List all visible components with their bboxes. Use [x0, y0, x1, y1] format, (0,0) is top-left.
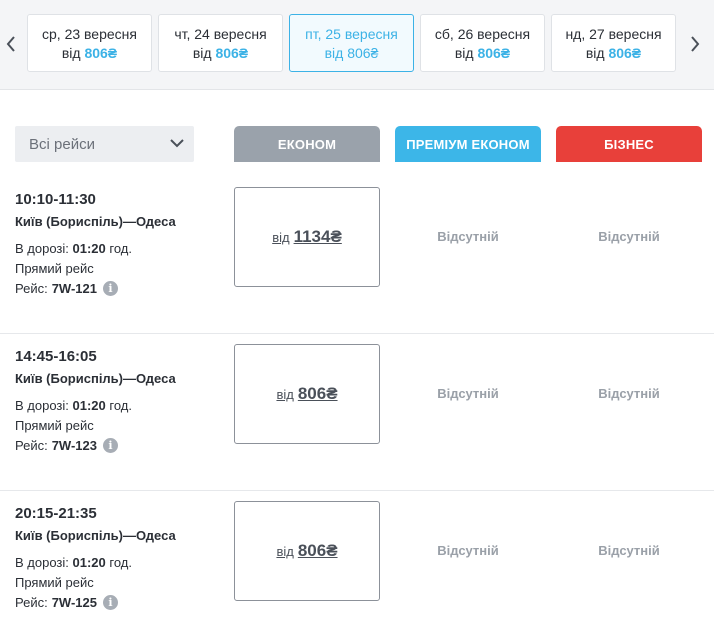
date-card-day: ср, 23 вересня	[42, 26, 137, 42]
next-dates-chevron-right-icon[interactable]	[687, 30, 703, 58]
class-tab-premium-econom[interactable]: ПРЕМІУМ ЕКОНОМ	[395, 126, 541, 162]
date-card-day: чт, 24 вересня	[174, 26, 267, 42]
flight-route: Київ (Бориспіль)—Одеса	[15, 214, 176, 229]
flight-duration: В дорозі: 01:20 год.	[15, 555, 132, 570]
date-card[interactable]: нд, 27 вересня від 806₴	[551, 14, 676, 72]
date-card-day: пт, 25 вересня	[305, 26, 398, 42]
flight-number: Рейс: 7W-121 i	[15, 281, 118, 296]
flight-duration: В дорозі: 01:20 год.	[15, 398, 132, 413]
date-card-day: сб, 26 вересня	[434, 26, 531, 42]
fare-from-label: від	[276, 543, 294, 559]
flight-row: 10:10-11:30 Київ (Бориспіль)—Одеса В дор…	[0, 177, 714, 334]
flight-time: 14:45-16:05	[15, 348, 97, 365]
flight-number: Рейс: 7W-123 i	[15, 438, 118, 453]
class-tab-econom[interactable]: ЕКОНОМ	[234, 126, 380, 162]
flight-duration: В дорозі: 01:20 год.	[15, 241, 132, 256]
flight-direct: Прямий рейс	[15, 418, 94, 433]
fare-price: 1134₴	[293, 227, 342, 246]
business-unavailable: Відсутній	[598, 543, 660, 558]
info-icon[interactable]: i	[102, 281, 118, 296]
premium-unavailable: Відсутній	[437, 543, 499, 558]
flight-time: 20:15-21:35	[15, 505, 97, 522]
date-card-price: від 806₴	[192, 45, 249, 61]
date-strip: ср, 23 вересня від 806₴ чт, 24 вересня в…	[0, 0, 714, 90]
premium-unavailable: Відсутній	[437, 229, 499, 244]
chevron-down-icon	[170, 139, 184, 148]
date-card[interactable]: сб, 26 вересня від 806₴	[420, 14, 545, 72]
flight-direct: Прямий рейс	[15, 575, 94, 590]
flight-route: Київ (Бориспіль)—Одеса	[15, 528, 176, 543]
econom-fare-button[interactable]: від 1134₴	[234, 187, 380, 287]
econom-fare-button[interactable]: від 806₴	[234, 344, 380, 444]
flight-direct: Прямий рейс	[15, 261, 94, 276]
date-card-price: від 806₴	[454, 45, 511, 61]
prev-dates-chevron-left-icon[interactable]	[3, 30, 19, 58]
premium-unavailable: Відсутній	[437, 386, 499, 401]
business-unavailable: Відсутній	[598, 229, 660, 244]
flight-row: 14:45-16:05 Київ (Бориспіль)—Одеса В дор…	[0, 334, 714, 491]
date-card-price: від 806₴	[585, 45, 642, 61]
filter-selected-value: Всі рейси	[29, 135, 95, 153]
fare-price: 806₴	[297, 541, 338, 560]
flight-route: Київ (Бориспіль)—Одеса	[15, 371, 176, 386]
class-tab-business[interactable]: БІЗНЕС	[556, 126, 702, 162]
business-unavailable: Відсутній	[598, 386, 660, 401]
flight-time: 10:10-11:30	[15, 191, 96, 208]
date-card[interactable]: ср, 23 вересня від 806₴	[27, 14, 152, 72]
info-icon[interactable]: i	[102, 595, 118, 610]
date-card-price: від 806₴	[324, 45, 379, 61]
date-card[interactable]: чт, 24 вересня від 806₴	[158, 14, 283, 72]
fare-price: 806₴	[297, 384, 338, 403]
flights-filter-dropdown[interactable]: Всі рейси	[15, 126, 194, 162]
date-card-selected[interactable]: пт, 25 вересня від 806₴	[289, 14, 414, 72]
date-card-day: нд, 27 вересня	[565, 26, 662, 42]
date-card-price: від 806₴	[61, 45, 118, 61]
flight-row: 20:15-21:35 Київ (Бориспіль)—Одеса В дор…	[0, 491, 714, 622]
econom-fare-button[interactable]: від 806₴	[234, 501, 380, 601]
fare-from-label: від	[276, 386, 294, 402]
flight-number: Рейс: 7W-125 i	[15, 595, 118, 610]
info-icon[interactable]: i	[102, 438, 118, 453]
fare-from-label: від	[272, 229, 290, 245]
